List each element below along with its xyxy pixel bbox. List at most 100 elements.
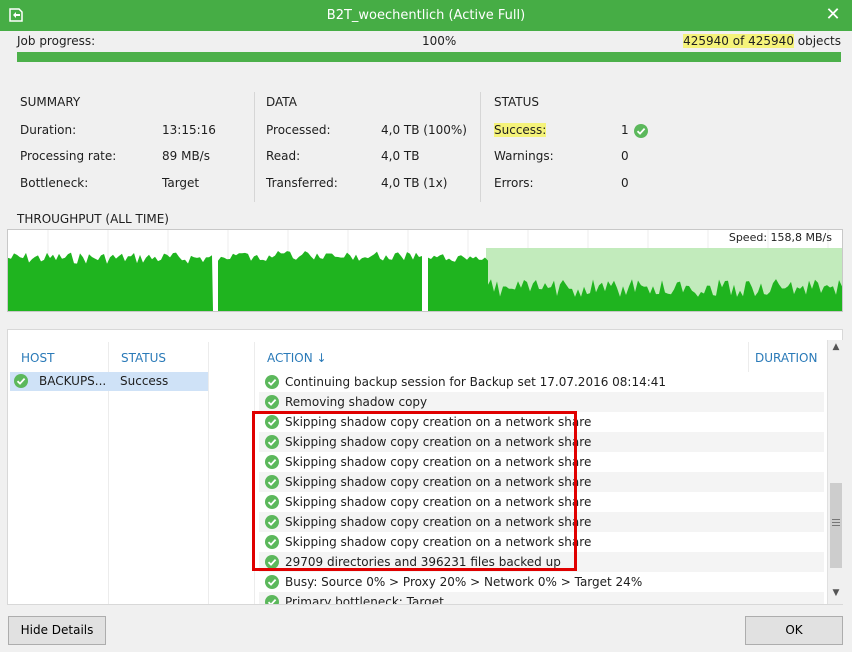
read-value: 4,0 TB [381, 149, 420, 163]
throughput-area [8, 252, 213, 311]
duration-value: 13:15:16 [162, 123, 216, 137]
grip-icon [832, 519, 840, 526]
processed-value: 4,0 TB (100%) [381, 123, 467, 137]
job-progress-bar [17, 52, 841, 62]
success-label: Success: [494, 123, 547, 137]
column-divider [208, 342, 209, 604]
throughput-area [428, 254, 488, 311]
log-text: Continuing backup session for Backup set… [285, 375, 667, 389]
host-name: BACKUPS... [39, 374, 107, 388]
errors-label: Errors: [494, 176, 534, 190]
throughput-label: THROUGHPUT (ALL TIME) [17, 212, 169, 226]
log-text: Skipping shadow copy creation on a netwo… [285, 435, 592, 449]
success-check-icon [265, 435, 279, 449]
bottleneck-value: Target [162, 176, 200, 190]
log-text: Primary bottleneck: Target [285, 595, 444, 605]
success-check-icon [265, 375, 279, 389]
warnings-label: Warnings: [494, 149, 554, 163]
title-bar: B2T_woechentlich (Active Full) ✕ [0, 0, 852, 31]
log-row[interactable]: Busy: Source 0% > Proxy 20% > Network 0%… [259, 572, 824, 592]
log-text: Skipping shadow copy creation on a netwo… [285, 455, 592, 469]
job-progress-label: Job progress: [17, 34, 96, 48]
action-header-label: ACTION [267, 351, 313, 365]
host-row[interactable]: BACKUPS... Success [10, 372, 208, 391]
log-row[interactable]: Skipping shadow copy creation on a netwo… [259, 532, 824, 552]
duration-column-header[interactable]: DURATION [755, 351, 817, 365]
job-progress-row: Job progress: 100% 425940 of 425940 obje… [17, 33, 841, 49]
data-heading: DATA [266, 95, 297, 109]
objects-of: of [728, 34, 749, 48]
log-row[interactable]: Primary bottleneck: Target [259, 592, 824, 605]
log-row[interactable]: Removing shadow copy [259, 392, 824, 412]
log-text: Removing shadow copy [285, 395, 428, 409]
action-log-list: Continuing backup session for Backup set… [259, 372, 824, 605]
objects-suffix: objects [793, 34, 841, 48]
success-check-icon [634, 124, 648, 138]
log-row[interactable]: Skipping shadow copy creation on a netwo… [259, 412, 824, 432]
speed-label: Speed: 158,8 MB/s [728, 231, 832, 244]
success-check-icon [265, 555, 279, 569]
log-text: 29709 directories and 396231 files backe… [285, 555, 561, 569]
status-column-header[interactable]: STATUS [121, 351, 166, 365]
ok-button[interactable]: OK [745, 616, 843, 645]
log-scrollbar[interactable]: ▲ ▼ [827, 340, 843, 604]
scroll-up-icon[interactable]: ▲ [828, 342, 844, 356]
log-row[interactable]: Skipping shadow copy creation on a netwo… [259, 492, 824, 512]
objects-count: 425940 of 425940 objects [683, 34, 841, 48]
log-row[interactable]: Skipping shadow copy creation on a netwo… [259, 512, 824, 532]
column-divider [254, 342, 255, 604]
success-check-icon [265, 395, 279, 409]
read-label: Read: [266, 149, 301, 163]
hide-details-button[interactable]: Hide Details [8, 616, 106, 645]
objects-total: 425940 [748, 34, 794, 48]
log-row[interactable]: Skipping shadow copy creation on a netwo… [259, 432, 824, 452]
job-progress-percent: 100% [422, 34, 457, 48]
duration-label: Duration: [20, 123, 77, 137]
log-text: Skipping shadow copy creation on a netwo… [285, 515, 592, 529]
success-check-icon [265, 535, 279, 549]
throughput-graph [8, 230, 842, 311]
window-title: B2T_woechentlich (Active Full) [326, 8, 526, 23]
job-progress-fill [17, 52, 841, 62]
log-row[interactable]: 29709 directories and 396231 files backe… [259, 552, 824, 572]
details-panel: HOST STATUS ACTION ↓ DURATION BACKUPS...… [7, 329, 843, 605]
success-check-icon [265, 495, 279, 509]
objects-done: 425940 [683, 34, 729, 48]
errors-value: 0 [621, 176, 629, 190]
success-check-icon [265, 575, 279, 589]
sort-down-icon: ↓ [316, 351, 327, 365]
transferred-value: 4,0 TB (1x) [381, 176, 448, 190]
throughput-chart: Speed: 158,8 MB/s [7, 229, 843, 312]
log-text: Busy: Source 0% > Proxy 20% > Network 0%… [285, 575, 643, 589]
log-text: Skipping shadow copy creation on a netwo… [285, 475, 592, 489]
success-check-icon [265, 455, 279, 469]
summary-heading: SUMMARY [20, 95, 81, 109]
log-text: Skipping shadow copy creation on a netwo… [285, 415, 592, 429]
status-heading: STATUS [494, 95, 540, 109]
divider [254, 92, 255, 202]
success-check-icon [265, 515, 279, 529]
host-status: Success [120, 374, 169, 388]
success-value: 1 [621, 123, 629, 137]
throughput-area [218, 251, 422, 311]
log-text: Skipping shadow copy creation on a netwo… [285, 535, 592, 549]
log-row[interactable]: Skipping shadow copy creation on a netwo… [259, 452, 824, 472]
log-row[interactable]: Continuing backup session for Backup set… [259, 372, 824, 392]
warnings-value: 0 [621, 149, 629, 163]
action-column-header[interactable]: ACTION ↓ [267, 351, 327, 365]
transferred-label: Transferred: [266, 176, 338, 190]
success-check-icon [14, 374, 28, 388]
success-check-icon [265, 595, 279, 604]
scroll-thumb[interactable] [830, 483, 842, 568]
close-icon[interactable]: ✕ [822, 4, 844, 26]
processed-label: Processed: [266, 123, 331, 137]
log-text: Skipping shadow copy creation on a netwo… [285, 495, 592, 509]
stats-panel: SUMMARY Duration: 13:15:16 Processing ra… [0, 80, 852, 205]
processing-rate-value: 89 MB/s [162, 149, 210, 163]
scroll-down-icon[interactable]: ▼ [828, 588, 844, 602]
divider [480, 92, 481, 202]
host-column-header[interactable]: HOST [21, 351, 54, 365]
log-row[interactable]: Skipping shadow copy creation on a netwo… [259, 472, 824, 492]
processing-rate-label: Processing rate: [20, 149, 117, 163]
success-check-icon [265, 475, 279, 489]
